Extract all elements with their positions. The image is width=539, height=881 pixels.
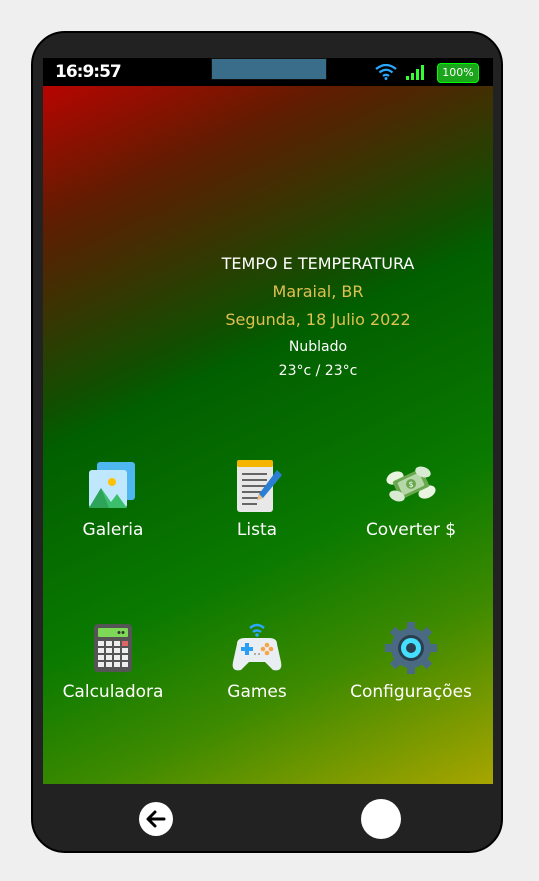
- svg-text:$: $: [408, 480, 413, 489]
- arrow-left-icon: [146, 810, 166, 828]
- notepad-icon: [237, 460, 282, 512]
- weather-date: Segunda, 18 Julio 2022: [225, 310, 411, 329]
- app-label: Galeria: [82, 520, 144, 540]
- camera-notch: [211, 58, 327, 80]
- weather-city: Maraial, BR: [272, 282, 364, 301]
- battery-indicator: 100%: [437, 63, 479, 83]
- weather-condition: Nublado: [288, 339, 348, 355]
- app-configuracoes[interactable]: Configurações: [341, 620, 481, 702]
- back-button[interactable]: [139, 802, 173, 836]
- app-galeria[interactable]: Galeria: [43, 458, 183, 540]
- app-calculadora[interactable]: Calculadora: [43, 620, 183, 702]
- wifi-icon: [375, 64, 397, 80]
- signal-icon: [406, 65, 424, 80]
- app-lista[interactable]: Lista: [187, 458, 327, 540]
- app-label: Coverter $: [365, 520, 457, 540]
- app-coverter[interactable]: $ Coverter $: [341, 458, 481, 540]
- weather-text: TEMPO E TEMPERATURA Maraial, BR Segunda,…: [43, 250, 539, 382]
- money-icon: $: [386, 466, 436, 502]
- app-games[interactable]: Games: [187, 620, 327, 702]
- app-label: Games: [227, 682, 287, 702]
- weather-title: TEMPO E TEMPERATURA: [221, 254, 415, 273]
- weather-temperature: 23°c / 23°c: [278, 363, 358, 379]
- gallery-icon: [89, 462, 135, 508]
- gamepad-icon: [232, 623, 282, 671]
- calculator-icon: [94, 624, 132, 672]
- settings-gear-icon: [385, 622, 437, 674]
- status-bar: 16:9:57 100%: [43, 58, 493, 86]
- app-label: Lista: [236, 520, 278, 540]
- status-clock: 16:9:57: [55, 62, 122, 82]
- app-label: Calculadora: [62, 682, 164, 702]
- app-label: Configurações: [350, 682, 472, 702]
- home-button[interactable]: [361, 799, 401, 839]
